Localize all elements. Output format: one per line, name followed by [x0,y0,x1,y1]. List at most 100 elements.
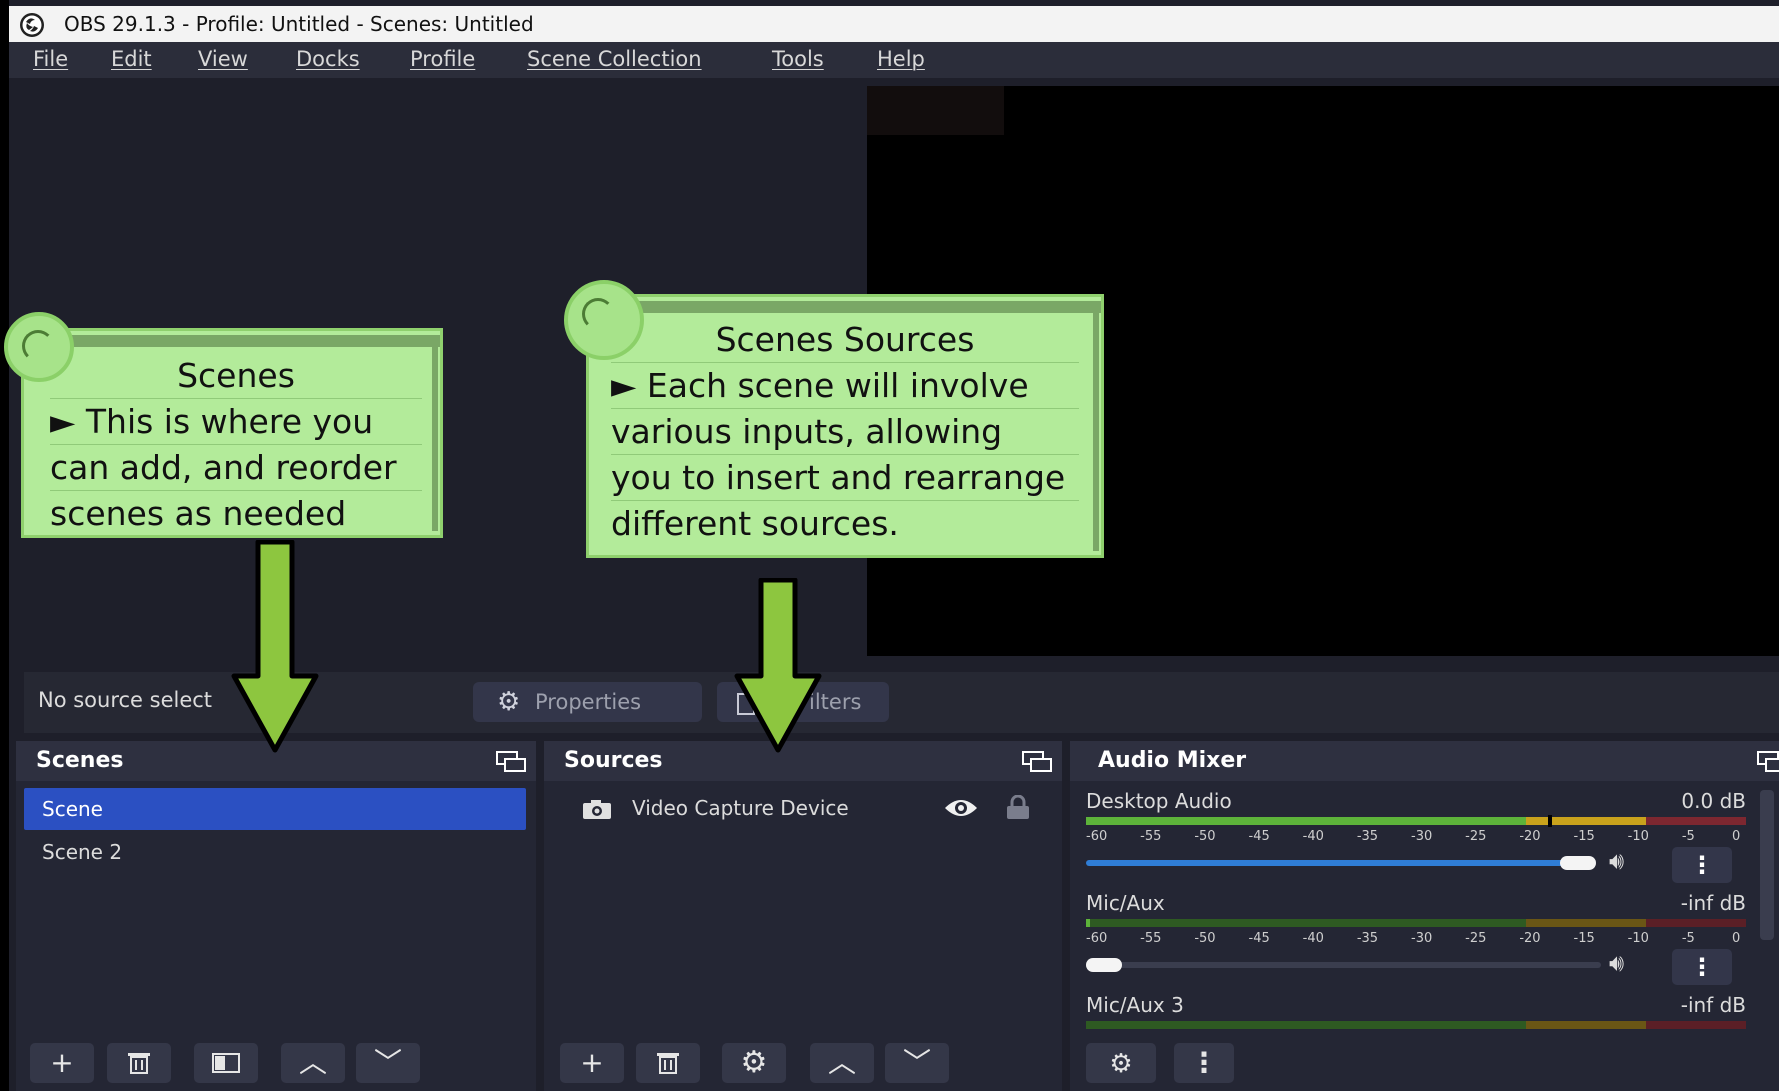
visibility-eye-icon[interactable] [943,796,979,820]
menu-edit[interactable]: Edit [111,42,152,76]
sources-dock-title: Sources [564,748,663,773]
gear-icon: ⚙ [740,1045,768,1080]
meter-tick-label: -10 [1627,931,1649,946]
remove-scene-button[interactable] [107,1043,171,1083]
volume-meter [1086,1021,1746,1029]
scene-item-scene[interactable]: Scene [24,788,526,830]
volume-slider-handle[interactable] [1560,856,1596,870]
meter-tick-label: -45 [1248,829,1270,844]
callout-sources: Scenes Sources ► Each scene will involve… [586,294,1104,558]
audio-mixer-dock: Audio Mixer Desktop Audio 0.0 dB -60 -55 -… [1070,741,1779,1091]
kebab-icon: ⋮ [1190,1046,1218,1079]
meter-tick-label: -5 [1681,829,1695,844]
menu-scene-collection[interactable]: Scene Collection [527,42,702,76]
meter-tick-label: -45 [1248,931,1270,946]
callout-sources-title: Scenes Sources [611,317,1079,363]
filter-icon [212,1053,240,1073]
channel-options-button[interactable]: ⋮ [1672,949,1732,985]
audio-mixer-title: Audio Mixer [1098,748,1247,773]
sources-dock: Sources Video Capture Device + ⚙ ︿ ﹀ [544,741,1062,1091]
meter-tick-label: -50 [1194,829,1216,844]
volume-slider-handle[interactable] [1086,958,1122,972]
down-arrow-icon [231,540,319,753]
menu-docks[interactable]: Docks [296,42,360,76]
meter-tick-label: -55 [1140,829,1162,844]
meter-tick-label: -30 [1411,931,1433,946]
move-source-up-button[interactable]: ︿ [810,1043,874,1083]
callout-edge [1093,301,1099,551]
callout-sources-line-2: various inputs, allowing [611,409,1079,455]
menu-tools[interactable]: Tools [772,42,824,76]
callout-scenes: Scenes ► This is where you can add, and … [21,328,443,538]
meter-scale: -60 -55 -50 -45 -40 -35 -30 -25 -20 -15 -10 -5 0 [1086,931,1746,946]
meter-tick-label: -15 [1573,829,1595,844]
meter-tick-label: -20 [1519,829,1541,844]
channel-level: -inf dB [1680,993,1746,1017]
meter-tick-label: -40 [1302,829,1324,844]
scene-filters-button[interactable] [194,1043,258,1083]
gears-icon: ⚙ [1109,1049,1133,1079]
add-scene-button[interactable]: + [30,1043,94,1083]
menu-file[interactable]: File [33,42,68,76]
channel-name: Mic/Aux [1086,891,1165,915]
volume-slider-track[interactable] [1086,860,1576,866]
mixer-channel-mic-aux: Mic/Aux -inf dB -60 -55 -50 -45 -40 -35 -30 -25… [1086,891,1746,985]
callout-sources-line-1: ► Each scene will involve [611,363,1079,409]
gear-icon: ⚙ [497,687,521,717]
meter-tick-label: -30 [1411,829,1433,844]
menu-help[interactable]: Help [877,42,925,76]
camera-icon [583,800,611,819]
move-scene-up-button[interactable]: ︿ [281,1043,345,1083]
callout-edge [432,335,438,531]
undock-icon[interactable] [496,751,526,773]
meter-tick-label: -60 [1086,931,1108,946]
advanced-audio-properties-button[interactable]: ⚙ [1086,1043,1156,1083]
callout-pin-icon [564,280,644,360]
meter-tick-label: -25 [1465,829,1487,844]
meter-tick-label: -40 [1302,931,1324,946]
properties-button[interactable]: ⚙ Properties [473,682,702,722]
obs-logo-icon [20,13,44,37]
callout-fold [601,301,1101,313]
meter-tick-label: -15 [1573,931,1595,946]
source-properties-button[interactable]: ⚙ [722,1043,786,1083]
source-item-label: Video Capture Device [632,796,849,820]
callout-scenes-line-1: ► This is where you [50,399,422,445]
trash-icon [657,1053,679,1074]
no-source-selected-label: No source select [38,688,213,712]
meter-tick-label: -10 [1627,829,1649,844]
move-scene-down-button[interactable]: ﹀ [356,1043,420,1083]
channel-level: 0.0 dB [1681,789,1746,813]
callout-fold [36,335,440,347]
undock-icon[interactable] [1757,751,1779,773]
source-item[interactable]: Video Capture Device [552,787,1052,829]
meter-tick-label: -50 [1194,931,1216,946]
channel-options-button[interactable]: ⋮ [1672,847,1732,883]
meter-tick-label: -5 [1681,931,1695,946]
volume-meter [1086,815,1746,827]
volume-slider-track[interactable] [1086,962,1601,968]
speaker-icon[interactable]: 🔊︎ [1609,847,1624,875]
mixer-menu-button[interactable]: ⋮ [1174,1043,1234,1083]
speaker-icon[interactable]: 🔊︎ [1609,949,1624,977]
meter-tick-label: 0 [1732,829,1741,844]
move-source-down-button[interactable]: ﹀ [885,1043,949,1083]
undock-icon[interactable] [1022,751,1052,773]
callout-scenes-line-2: can add, and reorder [50,445,422,491]
window-edge [0,0,9,1091]
meter-tick-label: -60 [1086,829,1108,844]
meter-tick-label: -55 [1140,931,1162,946]
meter-tick-label: -20 [1519,931,1541,946]
menu-view[interactable]: View [198,42,248,76]
callout-pin-icon [4,312,74,382]
menu-profile[interactable]: Profile [410,42,475,76]
properties-label: Properties [535,690,642,714]
add-source-button[interactable]: + [560,1043,624,1083]
remove-source-button[interactable] [636,1043,700,1083]
channel-level: -inf dB [1680,891,1746,915]
lock-icon[interactable] [1004,795,1032,821]
scenes-dock: Scenes Scene Scene 2 + ︿ ﹀ [16,741,536,1091]
mixer-scrollbar[interactable] [1760,790,1774,940]
scene-item-scene-2[interactable]: Scene 2 [24,831,526,873]
meter-tick-label: -35 [1356,829,1379,844]
